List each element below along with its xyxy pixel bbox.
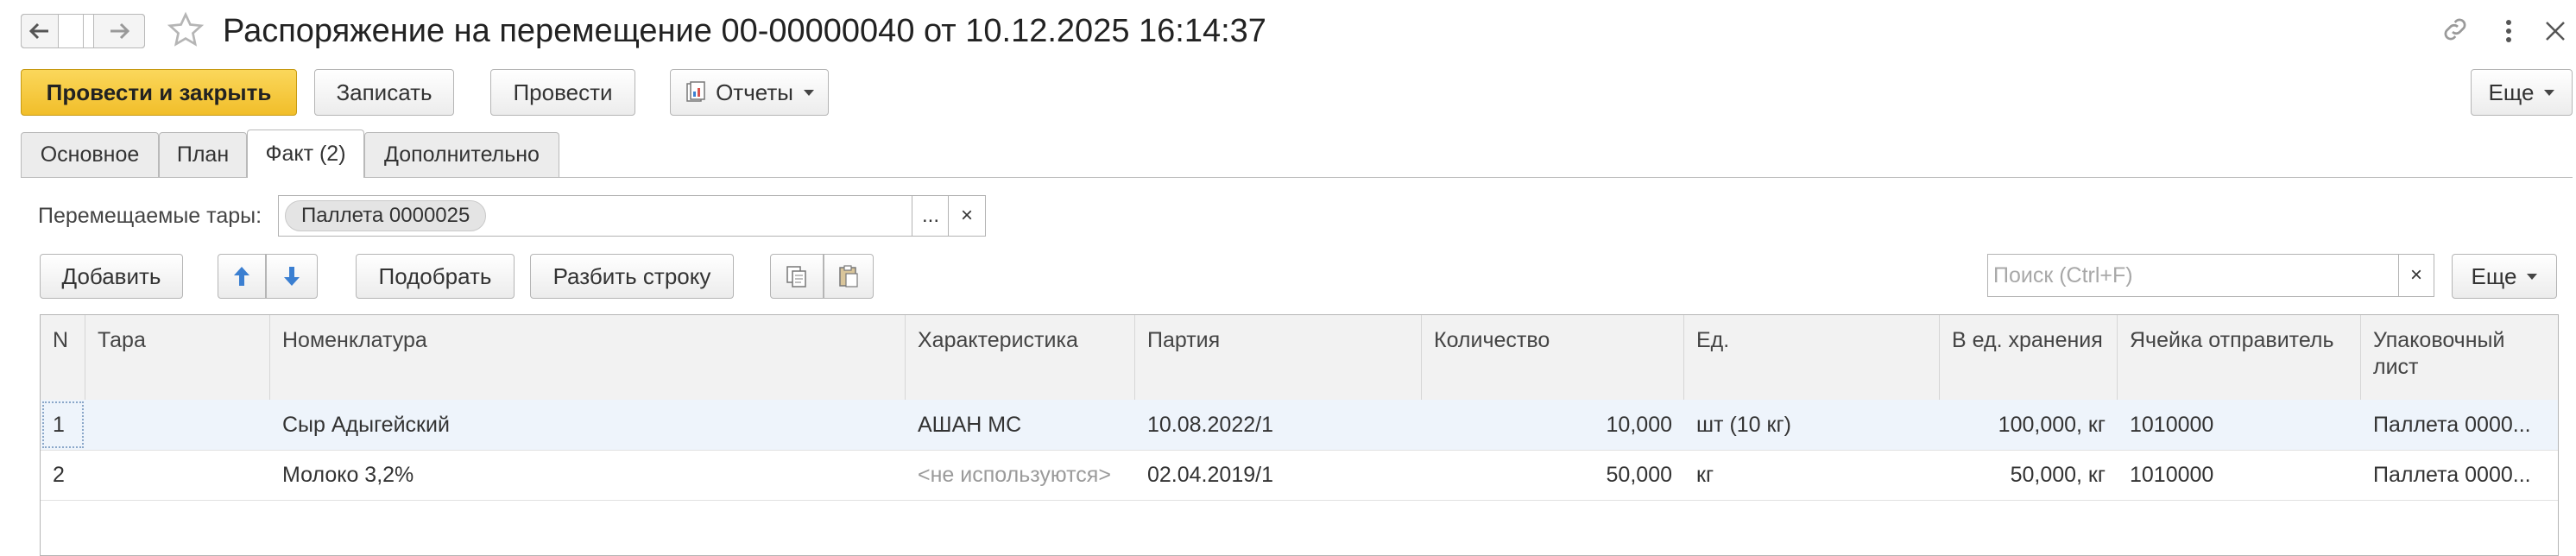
column-header-quantity[interactable]: Количество [1422,315,1684,400]
table-more-label: Еще [2471,262,2517,289]
more-label: Еще [2488,79,2535,105]
column-header-batch[interactable]: Партия [1135,315,1422,400]
more-actions-button[interactable] [2498,14,2519,48]
tab-main[interactable]: Основное [21,132,159,177]
cell-sender-cell[interactable]: 1010000 [2118,450,2361,500]
column-header-unit[interactable]: Ед. [1684,315,1940,400]
table-row[interactable]: 2 Молоко 3,2% <не используются> 02.04.20… [41,450,2558,501]
containers-pick-button[interactable]: ... [912,195,950,237]
move-up-button[interactable] [218,254,266,299]
favorite-button[interactable] [166,10,207,52]
column-header-n[interactable]: N [41,315,85,400]
nav-divider [83,14,84,48]
move-up-icon [234,267,249,286]
more-button[interactable]: Еще [2471,69,2573,116]
add-row-button[interactable]: Добавить [40,254,183,299]
column-header-sender-cell[interactable]: Ячейка отправитель [2118,315,2361,400]
reports-icon [686,81,705,102]
move-down-icon [284,267,300,286]
column-header-container[interactable]: Тара [85,315,270,400]
chevron-down-icon [2527,273,2538,280]
cell-sender-cell[interactable]: 1010000 [2118,400,2361,450]
paste-button[interactable] [824,254,874,299]
copy-icon [786,266,806,287]
cell-batch[interactable]: 02.04.2019/1 [1135,450,1422,500]
post-button[interactable]: Провести [490,69,635,116]
reports-dropdown[interactable]: Отчеты [670,69,829,116]
cell-unit[interactable]: кг [1684,450,1940,500]
cell-characteristic[interactable]: <не используются> [906,450,1135,500]
column-header-characteristic[interactable]: Характеристика [906,315,1135,400]
paste-icon [839,265,858,287]
cell-packing-list[interactable]: Паллета 0000... [2361,400,2558,450]
cell-characteristic[interactable]: АШАН МС [906,400,1135,450]
copy-button[interactable] [770,254,824,299]
search-input[interactable]: Поиск (Ctrl+F) [1987,254,2400,297]
table-header: N Тара Номенклатура Характеристика Парти… [41,315,2558,401]
star-icon [167,11,205,47]
tab-baseline [21,177,2573,178]
cell-batch[interactable]: 10.08.2022/1 [1135,400,1422,450]
cell-item[interactable]: Молоко 3,2% [270,450,906,500]
tab-plan[interactable]: План [159,132,247,177]
cell-quantity[interactable]: 10,000 [1422,400,1684,450]
cell-n[interactable]: 1 [41,400,85,450]
cell-unit[interactable]: шт (10 кг) [1684,400,1940,450]
reports-label: Отчеты [716,79,793,105]
tab-additional[interactable]: Дополнительно [364,132,559,177]
containers-label: Перемещаемые тары: [38,204,262,228]
container-chip[interactable]: Паллета 0000025 [285,200,487,231]
post-and-close-button[interactable]: Провести и закрыть [21,69,297,116]
move-down-button[interactable] [266,254,318,299]
containers-clear-button[interactable]: × [948,195,986,237]
table-row[interactable]: 1 Сыр Адыгейский АШАН МС 10.08.2022/1 10… [41,400,2558,451]
fact-table[interactable]: N Тара Номенклатура Характеристика Парти… [40,314,2559,556]
chevron-down-icon [2544,89,2555,96]
table-more-button[interactable]: Еще [2452,254,2557,299]
column-header-item[interactable]: Номенклатура [270,315,906,400]
page-title: Распоряжение на перемещение 00-00000040 … [223,13,1266,49]
cell-storage-units[interactable]: 50,000, кг [1940,450,2118,500]
tab-fact[interactable]: Факт (2) [247,130,364,178]
close-button[interactable] [2538,10,2573,52]
cell-container[interactable] [85,450,270,500]
save-button[interactable]: Записать [314,69,454,116]
chevron-down-icon [803,89,814,96]
search-clear-button[interactable]: × [2398,254,2434,297]
cell-container[interactable] [85,400,270,450]
search-placeholder: Поиск (Ctrl+F) [1993,263,2133,287]
link-icon [2444,18,2466,41]
column-header-storage-units[interactable]: В ед. хранения [1940,315,2118,400]
link-button[interactable] [2440,14,2474,48]
cell-storage-units[interactable]: 100,000, кг [1940,400,2118,450]
cell-quantity[interactable]: 50,000 [1422,450,1684,500]
cell-packing-list[interactable]: Паллета 0000... [2361,450,2558,500]
column-header-packing-list[interactable]: Упаковочный лист [2361,315,2558,400]
pick-items-button[interactable]: Подобрать [356,254,515,299]
split-row-button[interactable]: Разбить строку [530,254,734,299]
cell-item[interactable]: Сыр Адыгейский [270,400,906,450]
cell-n[interactable]: 2 [41,450,85,500]
close-icon [2546,22,2565,41]
kebab-menu-icon [2506,20,2511,42]
